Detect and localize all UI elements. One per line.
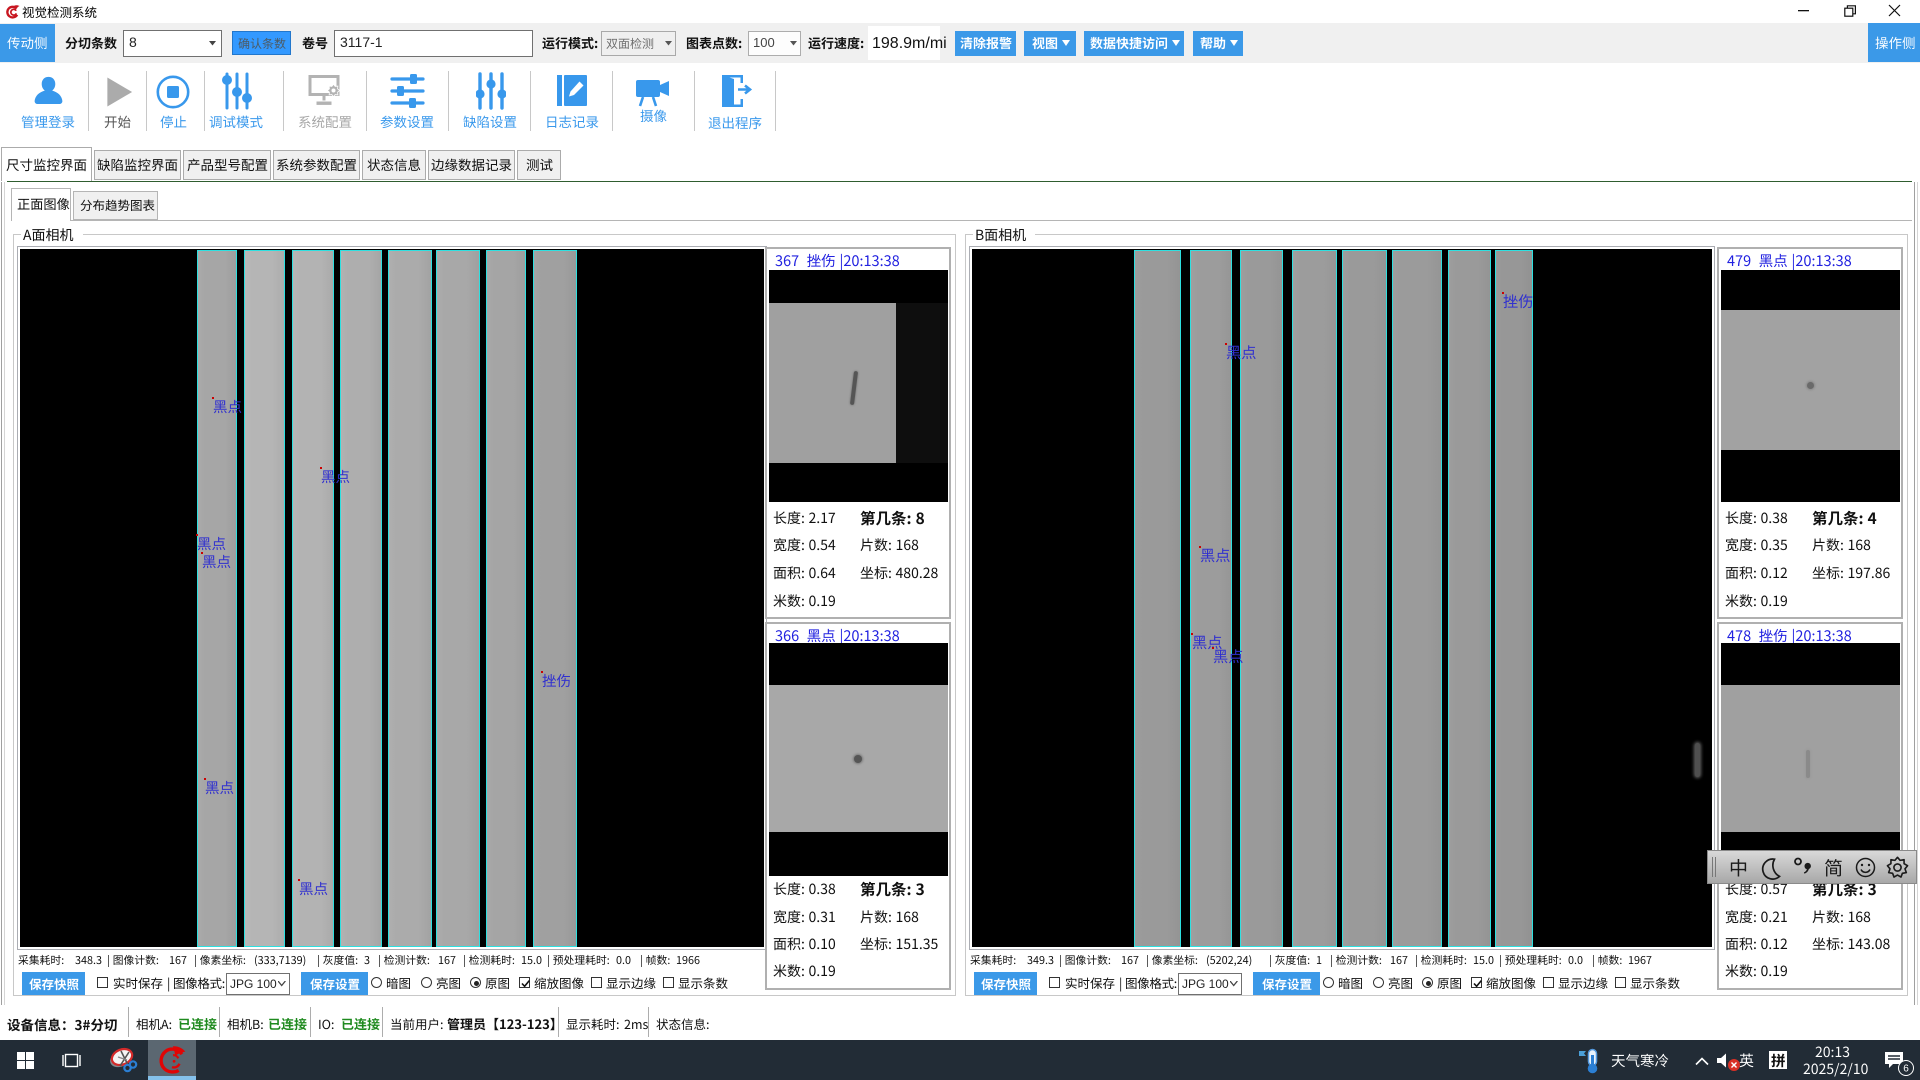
svg-text:6: 6 — [1903, 1064, 1909, 1075]
